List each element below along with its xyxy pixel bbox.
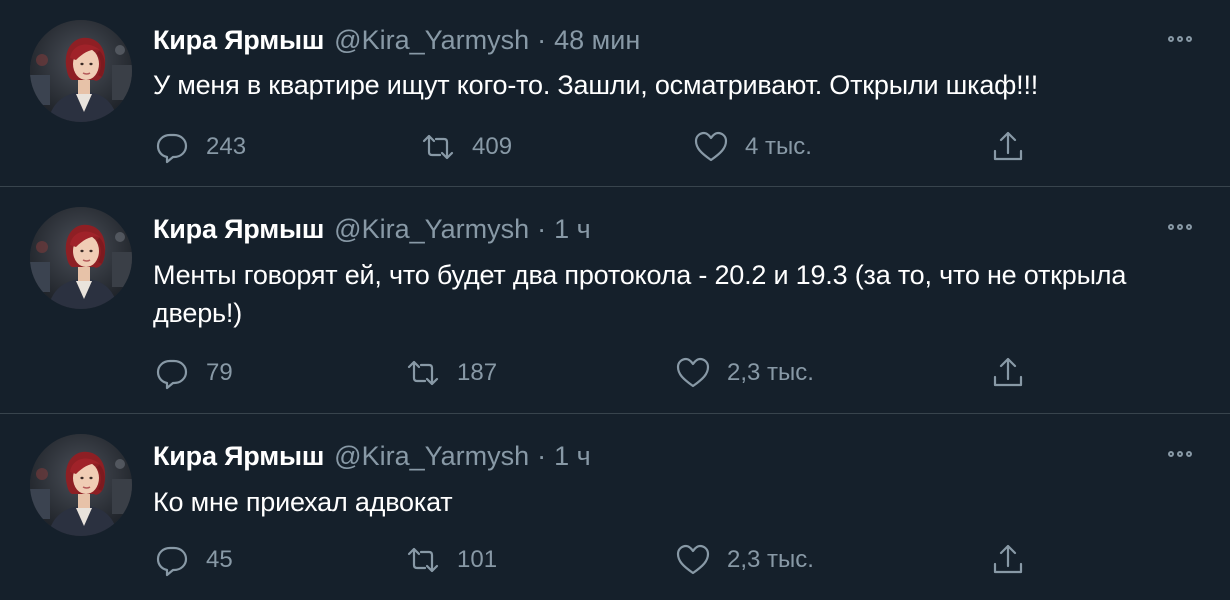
reply-icon bbox=[156, 359, 188, 390]
tweet-actions: 243 409 4 тыс. bbox=[150, 127, 1050, 167]
separator-dot: · bbox=[537, 24, 547, 55]
more-options-icon[interactable] bbox=[1160, 217, 1200, 237]
retweet-button[interactable]: 187 bbox=[405, 353, 497, 393]
author-handle[interactable]: @Kira_Yarmysh bbox=[334, 441, 529, 472]
reply-icon bbox=[156, 133, 188, 164]
tweet[interactable]: Кира Ярмыш @Kira_Yarmysh · 1 ч Менты гов… bbox=[0, 187, 1230, 413]
more-options-icon[interactable] bbox=[1160, 29, 1200, 49]
heart-icon bbox=[676, 544, 710, 575]
retweet-icon bbox=[422, 134, 454, 160]
tweet[interactable]: Кира Ярмыш @Kira_Yarmysh · 1 ч Ко мне пр… bbox=[0, 414, 1230, 600]
retweet-count: 409 bbox=[472, 133, 513, 160]
tweet-header: Кира Ярмыш @Kira_Yarmysh · 1 ч bbox=[153, 213, 591, 245]
tweet-timestamp[interactable]: 1 ч bbox=[554, 214, 591, 245]
tweet-timestamp[interactable]: 48 мин bbox=[554, 25, 640, 56]
tweet-actions: 79 187 2,3 тыс. bbox=[150, 353, 1050, 393]
retweet-button[interactable]: 101 bbox=[405, 540, 497, 580]
reply-icon bbox=[156, 546, 188, 577]
heart-icon bbox=[676, 357, 710, 388]
reply-button[interactable]: 79 bbox=[154, 353, 233, 393]
share-icon bbox=[993, 544, 1023, 574]
author-name[interactable]: Кира Ярмыш bbox=[153, 214, 324, 245]
like-count: 2,3 тыс. bbox=[727, 546, 814, 573]
author-handle[interactable]: @Kira_Yarmysh bbox=[334, 25, 529, 56]
author-name[interactable]: Кира Ярмыш bbox=[153, 441, 324, 472]
share-button[interactable] bbox=[990, 127, 1026, 167]
heart-icon bbox=[694, 131, 728, 162]
separator-dot: · bbox=[537, 213, 547, 244]
reply-button[interactable]: 243 bbox=[154, 127, 246, 167]
avatar[interactable] bbox=[30, 207, 132, 309]
tweet[interactable]: Кира Ярмыш @Kira_Yarmysh · 48 мин У меня… bbox=[0, 0, 1230, 186]
share-button[interactable] bbox=[990, 353, 1026, 393]
author-name[interactable]: Кира Ярмыш bbox=[153, 25, 324, 56]
share-button[interactable] bbox=[990, 540, 1026, 580]
reply-count: 45 bbox=[206, 546, 233, 573]
tweet-timestamp[interactable]: 1 ч bbox=[554, 441, 591, 472]
retweet-button[interactable]: 409 bbox=[420, 127, 512, 167]
like-button[interactable]: 2,3 тыс. bbox=[675, 540, 814, 580]
tweet-actions: 45 101 2,3 тыс. bbox=[150, 540, 1050, 580]
retweet-icon bbox=[407, 547, 439, 573]
avatar[interactable] bbox=[30, 20, 132, 122]
avatar-image bbox=[30, 434, 132, 536]
tweet-text: Ко мне приехал адвокат bbox=[153, 487, 453, 517]
reply-button[interactable]: 45 bbox=[154, 540, 233, 580]
like-button[interactable]: 2,3 тыс. bbox=[675, 353, 814, 393]
more-options-icon[interactable] bbox=[1160, 444, 1200, 464]
retweet-count: 187 bbox=[457, 359, 498, 386]
like-count: 4 тыс. bbox=[745, 133, 812, 160]
share-icon bbox=[993, 131, 1023, 161]
avatar-image bbox=[30, 20, 132, 122]
avatar[interactable] bbox=[30, 434, 132, 536]
reply-count: 243 bbox=[206, 133, 247, 160]
author-handle[interactable]: @Kira_Yarmysh bbox=[334, 214, 529, 245]
avatar-image bbox=[30, 207, 132, 309]
tweet-header: Кира Ярмыш @Kira_Yarmysh · 1 ч bbox=[153, 440, 591, 472]
retweet-icon bbox=[407, 360, 439, 386]
tweet-text: У меня в квартире ищут кого-то. Зашли, о… bbox=[153, 70, 1039, 100]
reply-count: 79 bbox=[206, 359, 233, 386]
separator-dot: · bbox=[537, 440, 547, 471]
share-icon bbox=[993, 357, 1023, 387]
like-count: 2,3 тыс. bbox=[727, 359, 814, 386]
retweet-count: 101 bbox=[457, 546, 498, 573]
tweet-header: Кира Ярмыш @Kira_Yarmysh · 48 мин bbox=[153, 24, 640, 56]
tweet-text: Менты говорят ей, что будет два протокол… bbox=[153, 260, 1127, 328]
like-button[interactable]: 4 тыс. bbox=[693, 127, 812, 167]
